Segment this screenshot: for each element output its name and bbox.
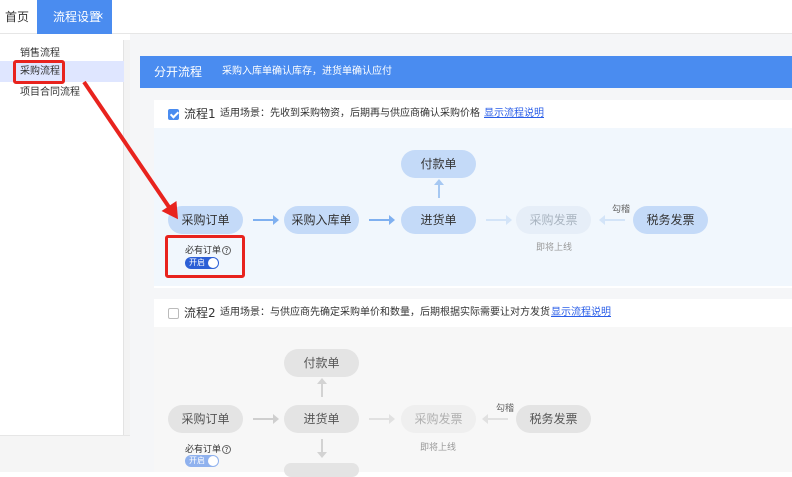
flow1-coming-soon: 即将上线 <box>536 243 573 253</box>
flow1-node-inbound[interactable]: 采购入库单 <box>284 206 359 234</box>
flow2-show-description-link[interactable]: 显示流程说明 <box>551 299 611 327</box>
flow2-arrow-2 <box>369 414 395 424</box>
flow1-node-receipt[interactable]: 进货单 <box>401 206 476 234</box>
tab-home[interactable]: 首页 <box>0 0 34 34</box>
flow1-checkbox[interactable] <box>168 109 179 120</box>
tab-process-settings[interactable]: 流程设置 × <box>37 0 112 34</box>
flow2-node-receipt[interactable]: 进货单 <box>284 405 359 433</box>
flow2-required-order-toggle[interactable]: 开启 <box>185 455 219 467</box>
flow2-header: 流程2 适用场景：与供应商先确定采购单价和数量，后期根据实际需要让对方发货 显示… <box>154 299 792 327</box>
flow1-diagram: 付款单 采购订单 采购入库单 进货单 采购发票 即将上线 勾稽 税务发票 必有订… <box>154 128 792 286</box>
tab-label: 流程设置 <box>53 10 102 24</box>
sidebar: 销售流程 采购流程 项目合同流程 <box>0 40 124 435</box>
flow2-coming-soon: 即将上线 <box>420 443 457 453</box>
flow2-required-order-text: 必有订单 <box>185 445 222 455</box>
banner-subtitle: 采购入库单确认库存，进货单确认应付 <box>222 66 392 77</box>
flow1-hook-label: 勾稽 <box>612 205 631 215</box>
flow1-arrow-up <box>434 179 444 198</box>
flow1-node-tax-invoice[interactable]: 税务发票 <box>633 206 708 234</box>
sidebar-item-project-contract-process[interactable]: 项目合同流程 <box>0 82 124 103</box>
annotation-box-purchase-process <box>13 60 65 84</box>
flow2-arrow-3 <box>482 414 508 424</box>
flow2-node-payment[interactable]: 付款单 <box>284 349 359 377</box>
flow2-node-invoice: 采购发票 <box>401 405 476 433</box>
flow2-description: 适用场景：与供应商先确定采购单价和数量，后期根据实际需要让对方发货 <box>220 307 550 318</box>
flow2-node-purchase-order[interactable]: 采购订单 <box>168 405 243 433</box>
annotation-box-required-order <box>165 235 245 278</box>
flow1-arrow-1 <box>253 215 279 225</box>
flow2-card: 流程2 适用场景：与供应商先确定采购单价和数量，后期根据实际需要让对方发货 显示… <box>154 299 792 477</box>
tab-bar: 首页 流程设置 × <box>0 0 792 34</box>
process-mode-banner: 分开流程 采购入库单确认库存，进货单确认应付 <box>140 56 792 88</box>
flow1-node-invoice: 采购发票 <box>516 206 591 234</box>
flow2-diagram: 付款单 采购订单 进货单 采购发票 即将上线 勾稽 税务发票 必有订单? 开启 <box>154 327 792 477</box>
flow2-arrow-1 <box>253 414 279 424</box>
flow1-show-description-link[interactable]: 显示流程说明 <box>484 100 544 128</box>
flow2-checkbox[interactable] <box>168 308 179 319</box>
flow2-toggle-label: 开启 <box>189 456 205 465</box>
flow2-title: 流程2 <box>184 306 216 320</box>
flow1-description: 适用场景：先收到采购物资，后期再与供应商确认采购价格 <box>220 108 480 119</box>
flow2-arrow-down <box>317 439 327 458</box>
toggle-knob <box>208 456 218 466</box>
flow2-node-partial <box>284 463 359 477</box>
flow1-arrow-2 <box>369 215 395 225</box>
banner-title: 分开流程 <box>154 65 203 79</box>
flow1-arrow-3 <box>486 215 512 225</box>
close-icon[interactable]: × <box>96 0 104 34</box>
help-icon[interactable]: ? <box>222 445 232 454</box>
flow1-header: 流程1 适用场景：先收到采购物资，后期再与供应商确认采购价格 显示流程说明 <box>154 100 792 128</box>
flow1-title: 流程1 <box>184 107 216 121</box>
flow2-hook-label: 勾稽 <box>496 404 515 414</box>
flow2-required-order-label: 必有订单? <box>185 442 232 455</box>
flow1-node-payment[interactable]: 付款单 <box>401 150 476 178</box>
flow2-arrow-up <box>317 378 327 397</box>
flow1-card: 流程1 适用场景：先收到采购物资，后期再与供应商确认采购价格 显示流程说明 付款… <box>154 100 792 288</box>
flow2-node-tax-invoice[interactable]: 税务发票 <box>516 405 591 433</box>
sidebar-footer <box>0 435 130 472</box>
flow1-arrow-4 <box>599 215 625 225</box>
